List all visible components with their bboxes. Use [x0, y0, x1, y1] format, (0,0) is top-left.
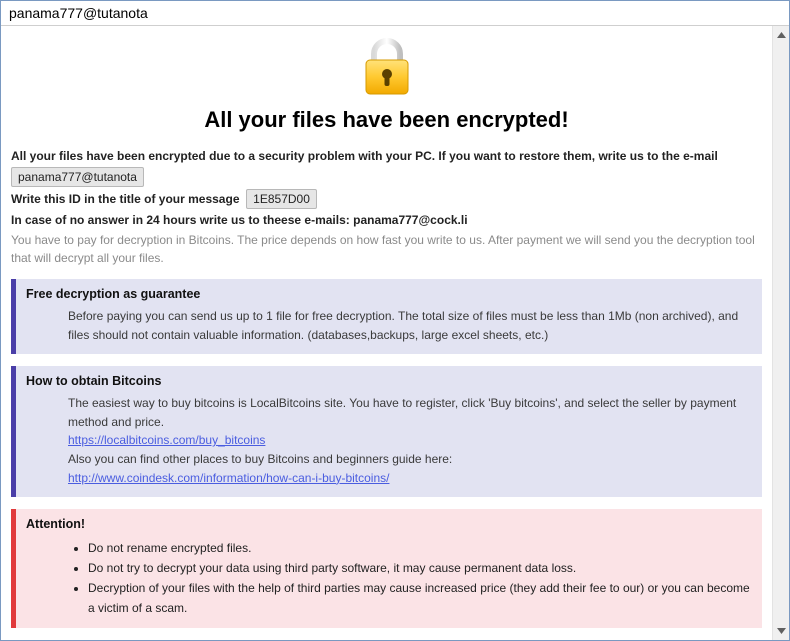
attention-list: Do not rename encrypted files. Do not tr…: [88, 537, 752, 618]
panel-attention-title: Attention!: [26, 517, 752, 531]
personal-id-chip: 1E857D00: [246, 189, 317, 209]
window-title: panama777@tutanota: [9, 5, 148, 21]
lock-icon: [360, 36, 414, 98]
panel-guarantee: Free decryption as guarantee Before payi…: [11, 279, 762, 354]
content-area: All your files have been encrypted! All …: [1, 26, 772, 640]
list-item: Decryption of your files with the help o…: [88, 579, 752, 619]
panel-bitcoins: How to obtain Bitcoins The easiest way t…: [11, 366, 762, 497]
bitcoins-link-1[interactable]: https://localbitcoins.com/buy_bitcoins: [68, 433, 265, 447]
intro-text-1: All your files have been encrypted due t…: [11, 149, 718, 163]
scroll-up-arrow[interactable]: [773, 26, 789, 44]
main-heading: All your files have been encrypted!: [11, 107, 762, 133]
bitcoins-text-2: Also you can find other places to buy Bi…: [68, 452, 452, 466]
primary-email-chip: panama777@tutanota: [11, 167, 144, 187]
alt-email-row: In case of no answer in 24 hours write u…: [11, 211, 762, 229]
app-window: panama777@tutanota: [0, 0, 790, 641]
panel-bitcoins-body: The easiest way to buy bitcoins is Local…: [26, 394, 752, 487]
panel-bitcoins-title: How to obtain Bitcoins: [26, 374, 752, 388]
id-label: Write this ID in the title of your messa…: [11, 192, 240, 206]
scroll-down-arrow[interactable]: [773, 622, 789, 640]
list-item: Do not try to decrypt your data using th…: [88, 559, 752, 579]
lock-wrap: [11, 36, 762, 101]
list-item: Do not rename encrypted files.: [88, 539, 752, 559]
bitcoins-text-1: The easiest way to buy bitcoins is Local…: [68, 396, 736, 429]
vertical-scrollbar[interactable]: [772, 26, 789, 640]
intro-line-1: All your files have been encrypted due t…: [11, 147, 762, 165]
titlebar: panama777@tutanota: [1, 1, 789, 26]
panel-attention: Attention! Do not rename encrypted files…: [11, 509, 762, 628]
alt-email-value: panama777@cock.li: [353, 213, 467, 227]
panel-guarantee-title: Free decryption as guarantee: [26, 287, 752, 301]
panel-guarantee-body: Before paying you can send us up to 1 fi…: [26, 307, 752, 344]
payment-note: You have to pay for decryption in Bitcoi…: [11, 231, 762, 267]
bitcoins-link-2[interactable]: http://www.coindesk.com/information/how-…: [68, 471, 389, 485]
alt-email-label: In case of no answer in 24 hours write u…: [11, 213, 350, 227]
email-row-1: panama777@tutanota: [11, 167, 762, 187]
id-row: Write this ID in the title of your messa…: [11, 189, 762, 209]
content-wrap: All your files have been encrypted! All …: [1, 26, 789, 640]
